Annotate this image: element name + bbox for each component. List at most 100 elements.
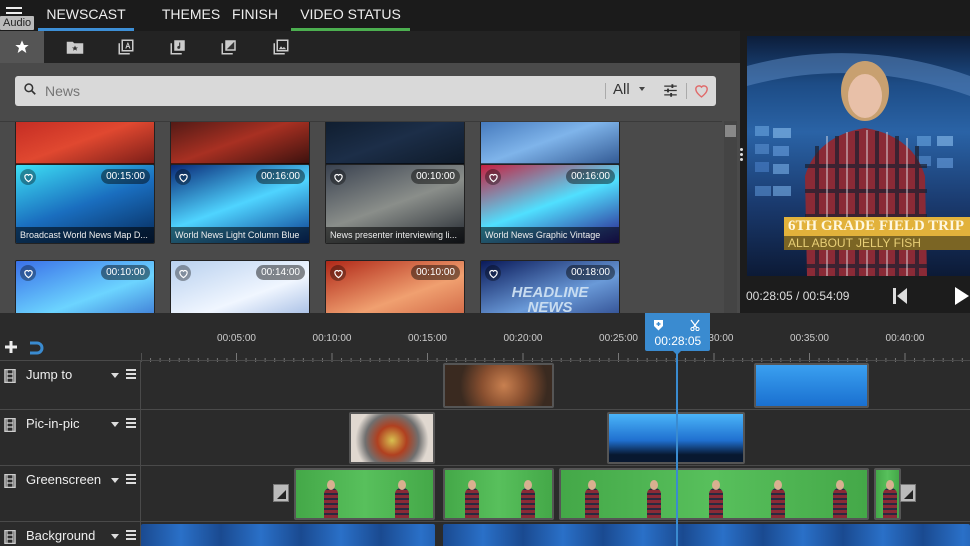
timeline-clip[interactable]: [442, 363, 554, 408]
media-tile[interactable]: 00:16:00 World News Graphic Vintage: [480, 164, 620, 244]
media-tile[interactable]: 00:16:00 World News Light Column Blue: [170, 164, 310, 244]
clip-person-thumbnail: [708, 488, 723, 518]
heart-icon[interactable]: [485, 265, 501, 281]
playhead-line[interactable]: [676, 351, 679, 546]
chevron-down-icon[interactable]: [111, 422, 119, 427]
category-favorites-button[interactable]: [0, 31, 44, 63]
media-grid: Broadcast World News Map D...Latest Repo…: [0, 121, 722, 313]
clip-person-thumbnail: [770, 488, 785, 518]
image-layers-icon: [273, 39, 289, 55]
heart-icon[interactable]: [175, 265, 191, 281]
heart-icon[interactable]: [20, 265, 36, 281]
clip-person-head: [885, 480, 894, 490]
thumbnail-headline-text: HEADLINE NEWS: [511, 284, 589, 313]
track-menu-icon[interactable]: [126, 418, 136, 428]
skip-back-icon[interactable]: [892, 287, 908, 305]
clip-person-thumbnail: [832, 488, 847, 518]
ruler-label: 00:35:00: [790, 333, 829, 344]
media-library: All Broadcast World News Map D...Latest …: [0, 63, 740, 313]
timeline-track: Greenscreen: [0, 465, 970, 521]
ruler-label: 00:10:00: [312, 333, 352, 344]
media-title: World News Graphic Vintage: [481, 227, 619, 243]
media-tile[interactable]: 00:10:00: [15, 260, 155, 313]
scissors-icon[interactable]: [689, 319, 701, 331]
lower-third: 6TH GRADE FIELD TRIP ALL ABOUT JELLY FIS…: [784, 217, 970, 250]
tab-newscast[interactable]: NEWSCAST: [38, 0, 134, 31]
video-editor-app: Audio NEWSCAST THEMES FINISH VIDEO STATU…: [0, 0, 970, 546]
category-text-button[interactable]: [104, 31, 148, 63]
timeline-track: Background: [0, 521, 970, 546]
music-layers-icon: [170, 40, 185, 55]
ruler-label: 00:15:00: [408, 333, 447, 344]
clip-person-thumbnail: [394, 488, 409, 518]
timeline-clip[interactable]: [442, 524, 970, 546]
magnet-snap-icon[interactable]: [29, 340, 45, 356]
track-menu-icon[interactable]: [126, 474, 136, 484]
add-marker-icon[interactable]: [653, 319, 664, 331]
heart-icon[interactable]: [330, 169, 346, 185]
chevron-down-icon[interactable]: [639, 87, 645, 91]
transition-icon[interactable]: [273, 484, 289, 502]
track-name: Pic-in-pic: [26, 416, 80, 431]
timeline-clip[interactable]: [442, 468, 554, 520]
category-folders-button[interactable]: [53, 31, 97, 63]
track-name: Greenscreen: [26, 472, 102, 487]
track-name: Jump to: [26, 367, 73, 382]
play-icon[interactable]: [953, 286, 970, 306]
resize-handle-icon[interactable]: [740, 148, 744, 162]
timeline-clip[interactable]: [349, 412, 436, 464]
transition-icon[interactable]: [900, 484, 916, 502]
media-tile[interactable]: 00:10:00: [325, 260, 465, 313]
track-menu-icon[interactable]: [126, 369, 136, 379]
timeline-clip[interactable]: [141, 524, 436, 546]
duration-badge: 00:15:00: [101, 169, 150, 184]
tab-finish[interactable]: FINISH: [226, 0, 284, 31]
duration-badge: 00:10:00: [411, 169, 460, 184]
ruler-label: 00:25:00: [599, 333, 638, 344]
chevron-down-icon[interactable]: [111, 478, 119, 483]
heart-icon[interactable]: [175, 169, 191, 185]
media-tile[interactable]: 00:14:00: [170, 260, 310, 313]
category-transitions-button[interactable]: [207, 31, 251, 63]
heart-filter-icon[interactable]: [693, 82, 710, 99]
category-images-button[interactable]: [259, 31, 303, 63]
media-tile[interactable]: 00:10:00 News presenter interviewing li..…: [325, 164, 465, 244]
timeline-clip[interactable]: [559, 468, 869, 520]
video-preview: 6TH GRADE FIELD TRIP ALL ABOUT JELLY FIS…: [747, 36, 970, 276]
search-bar: All: [15, 76, 716, 106]
search-input[interactable]: [45, 81, 585, 101]
media-tile[interactable]: 00:15:00 Broadcast World News Map D...: [15, 164, 155, 244]
clip-person-thumbnail: [647, 488, 662, 518]
timeline-clip[interactable]: [874, 468, 902, 520]
chevron-down-icon[interactable]: [111, 534, 119, 539]
media-tile[interactable]: HEADLINE NEWS 00:18:00: [480, 260, 620, 313]
heart-icon[interactable]: [330, 265, 346, 281]
playback-timecode: 00:28:05 / 00:54:09: [746, 289, 850, 303]
film-strip-icon: [4, 530, 16, 544]
folder-star-icon: [66, 41, 84, 54]
track-name: Background: [26, 528, 96, 543]
tab-video-status[interactable]: VIDEO STATUS: [291, 0, 410, 31]
preview-pane: 6TH GRADE FIELD TRIP ALL ABOUT JELLY FIS…: [740, 31, 970, 313]
clip-person-thumbnail: [585, 488, 600, 518]
filter-dropdown[interactable]: All: [613, 81, 630, 98]
chevron-down-icon[interactable]: [111, 373, 119, 378]
playhead-label[interactable]: 00:28:05: [645, 313, 711, 351]
add-track-icon[interactable]: [4, 340, 18, 354]
library-scrollbar[interactable]: [724, 121, 737, 313]
timeline-clip[interactable]: [754, 363, 869, 408]
ruler-label: 00:40:00: [885, 333, 925, 344]
scrollbar-thumb[interactable]: [725, 125, 736, 137]
top-navigation: Audio NEWSCAST THEMES FINISH VIDEO STATU…: [0, 0, 970, 31]
track-header: Pic-in-pic: [0, 410, 141, 465]
sliders-icon[interactable]: [663, 83, 678, 98]
clip-person-head: [523, 480, 532, 490]
clip-person-thumbnail: [882, 488, 897, 518]
heart-icon[interactable]: [485, 169, 501, 185]
category-music-button[interactable]: [156, 31, 200, 63]
heart-icon[interactable]: [20, 169, 36, 185]
timeline-track: Pic-in-pic: [0, 409, 970, 465]
media-title: World News Light Column Blue: [171, 227, 309, 243]
timeline-clip[interactable]: [293, 468, 436, 520]
track-menu-icon[interactable]: [126, 530, 136, 540]
